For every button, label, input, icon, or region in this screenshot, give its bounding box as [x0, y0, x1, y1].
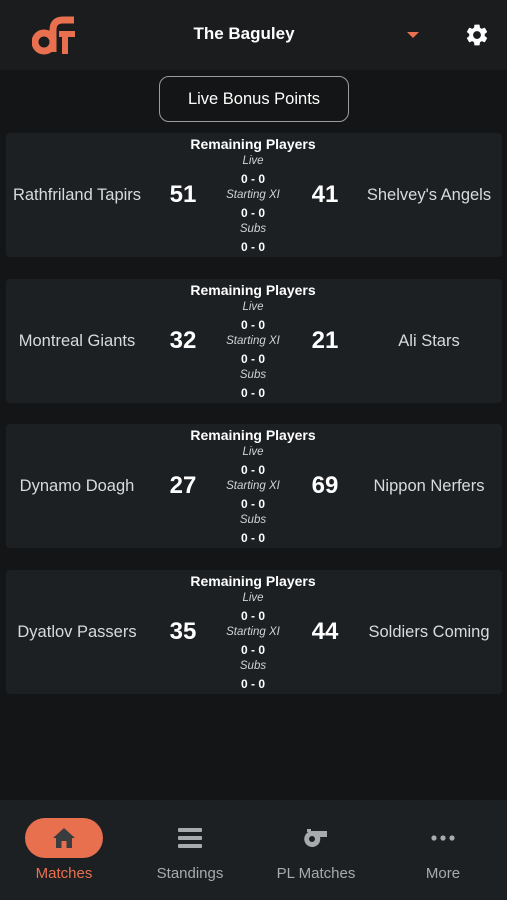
app-logo-icon[interactable] — [32, 14, 78, 56]
list-icon — [178, 828, 202, 848]
home-team-name: Rathfriland Tapirs — [12, 186, 142, 204]
nav-item-standings[interactable]: Standings — [127, 800, 253, 900]
nav-item-pl-matches[interactable]: PL Matches — [253, 800, 379, 900]
bottom-nav: Matches Standings PL Matches More — [0, 800, 507, 900]
more-dots-icon — [431, 835, 455, 841]
nav-icon-container[interactable] — [151, 818, 229, 858]
home-icon — [53, 828, 75, 848]
nav-label-matches: Matches — [35, 865, 93, 882]
away-score: 69 — [311, 472, 339, 499]
match-card[interactable]: Rathfriland Tapirs 51 Remaining Players … — [6, 133, 502, 257]
whistle-icon — [304, 829, 327, 847]
live-bonus-points-button[interactable]: Live Bonus Points — [159, 76, 349, 122]
away-score: 44 — [311, 618, 339, 645]
nav-icon-container[interactable] — [277, 818, 355, 858]
nav-item-more[interactable]: More — [380, 800, 506, 900]
league-dropdown-caret-icon[interactable] — [407, 32, 419, 38]
home-team-name: Dynamo Doagh — [19, 477, 135, 495]
nav-label-more: More — [425, 865, 461, 882]
nav-item-matches[interactable]: Matches — [1, 800, 127, 900]
nav-label-pl-matches: PL Matches — [276, 865, 356, 882]
away-score: 41 — [311, 181, 339, 208]
nav-icon-container[interactable] — [25, 818, 103, 858]
away-score: 21 — [311, 327, 339, 354]
match-card[interactable]: Dyatlov Passers 35 Remaining Players Liv… — [6, 570, 502, 694]
nav-label-standings: Standings — [156, 865, 224, 882]
nav-icon-container[interactable] — [404, 818, 482, 858]
away-team-name: Nippon Nerfers — [373, 477, 485, 495]
home-team-name: Dyatlov Passers — [17, 623, 137, 641]
match-card[interactable]: Dynamo Doagh 27 Remaining Players Live 0… — [6, 424, 502, 548]
match-card[interactable]: Montreal Giants 32 Remaining Players Liv… — [6, 279, 502, 403]
app-header: The Baguley — [0, 0, 507, 70]
league-title[interactable]: The Baguley — [130, 24, 358, 44]
home-team-name: Montreal Giants — [18, 332, 136, 350]
away-team-name: Ali Stars — [398, 332, 460, 350]
away-team-name: Soldiers Coming — [368, 623, 490, 641]
settings-gear-icon[interactable] — [464, 22, 490, 48]
away-team-name: Shelvey's Angels — [366, 186, 492, 204]
